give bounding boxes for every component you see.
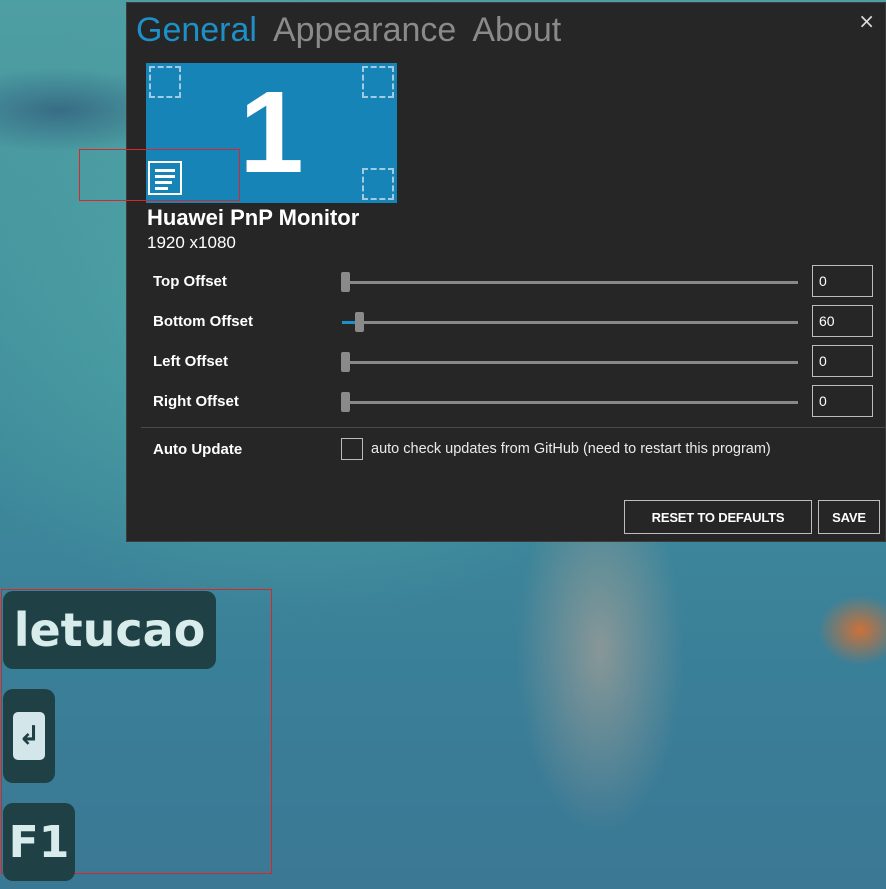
monitor-name: Huawei PnP Monitor bbox=[147, 205, 360, 230]
left-offset-input[interactable] bbox=[812, 345, 873, 377]
bottom-offset-row: Bottom Offset bbox=[127, 305, 886, 339]
bottom-offset-label: Bottom Offset bbox=[153, 313, 253, 330]
reset-to-defaults-button[interactable]: RESET TO DEFAULTS bbox=[624, 500, 812, 534]
left-offset-label: Left Offset bbox=[153, 353, 228, 370]
settings-window: General Appearance About × 1 Huawei PnP … bbox=[126, 2, 886, 542]
tab-appearance[interactable]: Appearance bbox=[273, 9, 456, 51]
bottom-offset-slider[interactable] bbox=[342, 312, 798, 332]
auto-update-label: Auto Update bbox=[153, 441, 243, 458]
close-icon[interactable]: × bbox=[858, 9, 875, 33]
right-offset-label: Right Offset bbox=[153, 393, 239, 410]
top-offset-slider[interactable] bbox=[341, 272, 798, 292]
tab-general[interactable]: General bbox=[136, 9, 257, 51]
slider-thumb[interactable] bbox=[341, 392, 350, 412]
slider-thumb[interactable] bbox=[341, 352, 350, 372]
divider bbox=[141, 427, 885, 428]
top-offset-label: Top Offset bbox=[153, 273, 227, 290]
right-offset-slider[interactable] bbox=[341, 392, 798, 412]
key-enter: ↲ bbox=[3, 689, 55, 783]
tab-about[interactable]: About bbox=[472, 9, 561, 51]
enter-icon: ↲ bbox=[13, 712, 45, 760]
highlight-box-taskbar-icon bbox=[79, 149, 240, 201]
monitor-resolution: 1920 x1080 bbox=[147, 233, 236, 252]
right-offset-input[interactable] bbox=[812, 385, 873, 417]
save-button[interactable]: SAVE bbox=[818, 500, 880, 534]
slider-thumb[interactable] bbox=[341, 272, 350, 292]
slider-fill bbox=[342, 321, 356, 324]
left-offset-slider[interactable] bbox=[341, 352, 798, 372]
auto-update-checkbox-label[interactable]: auto check updates from GitHub (need to … bbox=[371, 441, 771, 457]
key-text-letucao: letucao bbox=[3, 591, 216, 669]
slider-thumb[interactable] bbox=[355, 312, 364, 332]
top-offset-input[interactable] bbox=[812, 265, 873, 297]
key-f1: F1 bbox=[3, 803, 75, 881]
bottom-offset-input[interactable] bbox=[812, 305, 873, 337]
auto-update-checkbox[interactable] bbox=[341, 438, 363, 460]
left-offset-row: Left Offset bbox=[127, 345, 886, 379]
tab-bar: General Appearance About bbox=[136, 9, 561, 51]
right-offset-row: Right Offset bbox=[127, 385, 886, 419]
top-offset-row: Top Offset bbox=[127, 265, 886, 299]
